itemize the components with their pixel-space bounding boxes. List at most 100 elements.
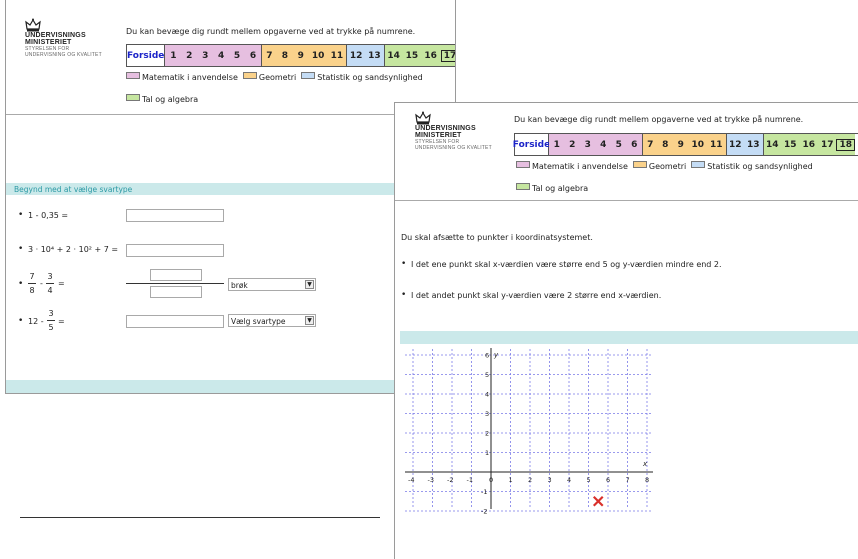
statistik-swatch xyxy=(691,161,706,168)
current-task-marker: 17 xyxy=(440,49,455,62)
y-tick-label: -2 xyxy=(481,508,487,516)
legend-label: Tal og algebra xyxy=(532,183,589,193)
nav-task-6[interactable]: 6 xyxy=(245,45,261,66)
nav-task-1[interactable]: 1 xyxy=(165,45,182,66)
nav-home-link[interactable]: Forside xyxy=(513,134,550,155)
answer-input-2[interactable] xyxy=(126,244,224,257)
intro-text: Du kan bevæge dig rundt mellem opgaverne… xyxy=(126,27,416,36)
nav-task-17[interactable]: 17 xyxy=(818,134,837,155)
bullet: • xyxy=(18,316,24,326)
tal-swatch xyxy=(516,183,530,190)
nav-task-14[interactable]: 14 xyxy=(383,45,403,66)
nav-task-16[interactable]: 16 xyxy=(799,134,818,155)
statistik-swatch xyxy=(301,72,316,79)
select-value: Vælg svartype xyxy=(231,317,286,326)
legend-geometri: Geometri xyxy=(242,72,297,82)
x-tick-label: 2 xyxy=(528,476,532,484)
nav-task-18[interactable]: 18 xyxy=(836,134,856,155)
fraction-denominator: 5 xyxy=(48,323,54,332)
coordinate-system[interactable]: xy-4 -3 -2 -1 0 1 2 3 4 5 6 7 8654321-1-2 xyxy=(400,348,666,553)
section-title: Begynd med at vælge svartype xyxy=(14,185,133,194)
nav-task-15[interactable]: 15 xyxy=(402,45,422,66)
nav-task-12[interactable]: 12 xyxy=(725,134,744,155)
x-tick-label: -1 xyxy=(467,476,473,484)
equals-sign: = xyxy=(58,317,65,326)
nav-task-15[interactable]: 15 xyxy=(781,134,800,155)
nav-task-13[interactable]: 13 xyxy=(365,45,384,66)
x-tick-label: 7 xyxy=(626,476,630,484)
answer-input-1[interactable] xyxy=(126,209,224,222)
nav-task-5[interactable]: 5 xyxy=(229,45,246,66)
logo-line-4: UNDERVISNING OG KVALITET xyxy=(415,145,492,151)
y-tick-label: 5 xyxy=(485,371,489,379)
dropdown-arrow-icon[interactable]: ▼ xyxy=(305,280,314,289)
tal-swatch xyxy=(126,94,140,101)
fraction-bar xyxy=(46,283,54,284)
legend-label: Statistik og sandsynlighed xyxy=(707,161,813,171)
nav-task-9[interactable]: 9 xyxy=(292,45,309,66)
legend-label: Matematik i anvendelse xyxy=(142,72,238,82)
legend-label: Matematik i anvendelse xyxy=(532,161,628,171)
nav-task-17[interactable]: 17 xyxy=(440,45,455,66)
legend-label: Geometri xyxy=(648,161,687,171)
nav-task-2[interactable]: 2 xyxy=(564,134,580,155)
equals-sign: = xyxy=(58,279,65,288)
current-task-marker: 18 xyxy=(836,138,856,151)
fraction-denominator: 8 xyxy=(29,286,35,295)
dropdown-arrow-icon[interactable]: ▼ xyxy=(305,316,314,325)
legend-label: Geometri xyxy=(258,72,297,82)
answer-input-4[interactable] xyxy=(126,315,224,328)
nav-task-8[interactable]: 8 xyxy=(276,45,293,66)
divider-line xyxy=(20,517,380,518)
nav-task-13[interactable]: 13 xyxy=(744,134,763,155)
denominator-input[interactable] xyxy=(150,286,202,298)
select-value: brøk xyxy=(231,281,248,290)
legend-statistik: Statistik og sandsynlighed xyxy=(691,161,813,171)
fraction-numerator: 3 xyxy=(47,272,53,281)
nav-task-3[interactable]: 3 xyxy=(197,45,214,66)
nav-task-2[interactable]: 2 xyxy=(181,45,198,66)
x-tick-label: 3 xyxy=(548,476,552,484)
nav-task-11[interactable]: 11 xyxy=(327,45,347,66)
operator: - xyxy=(40,279,43,288)
header-divider xyxy=(395,200,858,201)
nav-task-3[interactable]: 3 xyxy=(580,134,596,155)
nav-task-11[interactable]: 11 xyxy=(707,134,726,155)
nav-task-10[interactable]: 10 xyxy=(688,134,707,155)
matematik-swatch xyxy=(126,72,140,79)
answer-type-select-3[interactable]: brøk ▼ xyxy=(228,278,316,291)
question-1: 1 - 0,35 = xyxy=(28,211,69,220)
geometri-swatch xyxy=(632,161,647,168)
nav-task-7[interactable]: 7 xyxy=(260,45,277,66)
bullet: • xyxy=(401,290,407,300)
x-tick-label: 8 xyxy=(645,476,649,484)
legend-tal: Tal og algebra xyxy=(516,183,589,193)
fraction-bar xyxy=(47,320,55,321)
nav-task-16[interactable]: 16 xyxy=(421,45,441,66)
nav-task-14[interactable]: 14 xyxy=(762,134,781,155)
nav-task-5[interactable]: 5 xyxy=(611,134,627,155)
nav-task-1[interactable]: 1 xyxy=(549,134,565,155)
nav-task-7[interactable]: 7 xyxy=(642,134,658,155)
category-legend: Matematik i anvendelse Geometri Statisti… xyxy=(516,155,818,199)
x-tick-label: 0 xyxy=(489,476,493,484)
legend-geometri: Geometri xyxy=(632,161,687,171)
nav-task-4[interactable]: 4 xyxy=(595,134,611,155)
legend-label: Statistik og sandsynlighed xyxy=(317,72,423,82)
nav-task-8[interactable]: 8 xyxy=(657,134,673,155)
nav-task-9[interactable]: 9 xyxy=(673,134,689,155)
answer-type-select-4[interactable]: Vælg svartype ▼ xyxy=(228,314,316,327)
task-description: Du skal afsætte to punkter i koordinatsy… xyxy=(401,233,593,242)
nav-task-6[interactable]: 6 xyxy=(626,134,642,155)
fraction-denominator: 4 xyxy=(47,286,53,295)
numerator-input[interactable] xyxy=(150,269,202,281)
x-tick-label: -4 xyxy=(408,476,414,484)
nav-task-12[interactable]: 12 xyxy=(346,45,366,66)
answer-fraction-bar xyxy=(126,283,224,284)
section-header-bar xyxy=(400,331,858,344)
y-tick-label: 3 xyxy=(485,410,489,418)
nav-task-10[interactable]: 10 xyxy=(308,45,328,66)
bullet: • xyxy=(18,244,24,254)
nav-task-4[interactable]: 4 xyxy=(213,45,230,66)
nav-home-link[interactable]: Forside xyxy=(127,45,166,66)
